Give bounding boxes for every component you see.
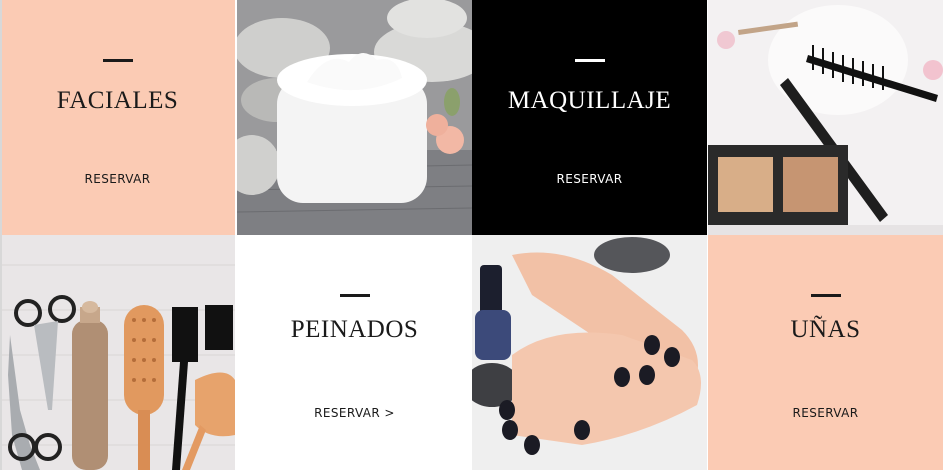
left-edge-divider	[0, 0, 2, 470]
cream-jar-illustration	[237, 0, 472, 235]
nails-illustration	[472, 235, 707, 470]
service-title-faciales: FACIALES	[56, 87, 179, 114]
hair-tools-illustration	[0, 235, 235, 470]
reservar-link-faciales[interactable]: RESERVAR	[0, 172, 235, 186]
service-title-peinados: PEINADOS	[290, 316, 419, 343]
cream-jar-photo	[237, 0, 472, 235]
makeup-illustration	[708, 0, 943, 235]
reservar-link-maquillaje[interactable]: RESERVAR	[472, 172, 707, 186]
services-grid: FACIALES RESERVAR MAQUILLAJE RESERVAR PE…	[0, 0, 943, 470]
reservar-link-peinados[interactable]: RESERVAR >	[237, 406, 472, 420]
service-tile-unas: UÑAS RESERVAR	[708, 235, 943, 470]
hair-tools-photo	[0, 235, 235, 470]
title-accent-bar	[810, 294, 841, 297]
title-accent-bar	[339, 294, 370, 297]
title-accent-bar	[574, 59, 605, 62]
service-tile-peinados: PEINADOS RESERVAR >	[237, 235, 472, 470]
service-tile-maquillaje: MAQUILLAJE RESERVAR	[472, 0, 707, 235]
service-title-unas: UÑAS	[790, 316, 861, 343]
reservar-link-unas[interactable]: RESERVAR	[708, 406, 943, 420]
title-accent-bar	[102, 59, 133, 62]
service-title-maquillaje: MAQUILLAJE	[507, 87, 672, 114]
makeup-photo	[708, 0, 943, 235]
nails-photo	[472, 235, 707, 470]
service-tile-faciales: FACIALES RESERVAR	[0, 0, 235, 235]
